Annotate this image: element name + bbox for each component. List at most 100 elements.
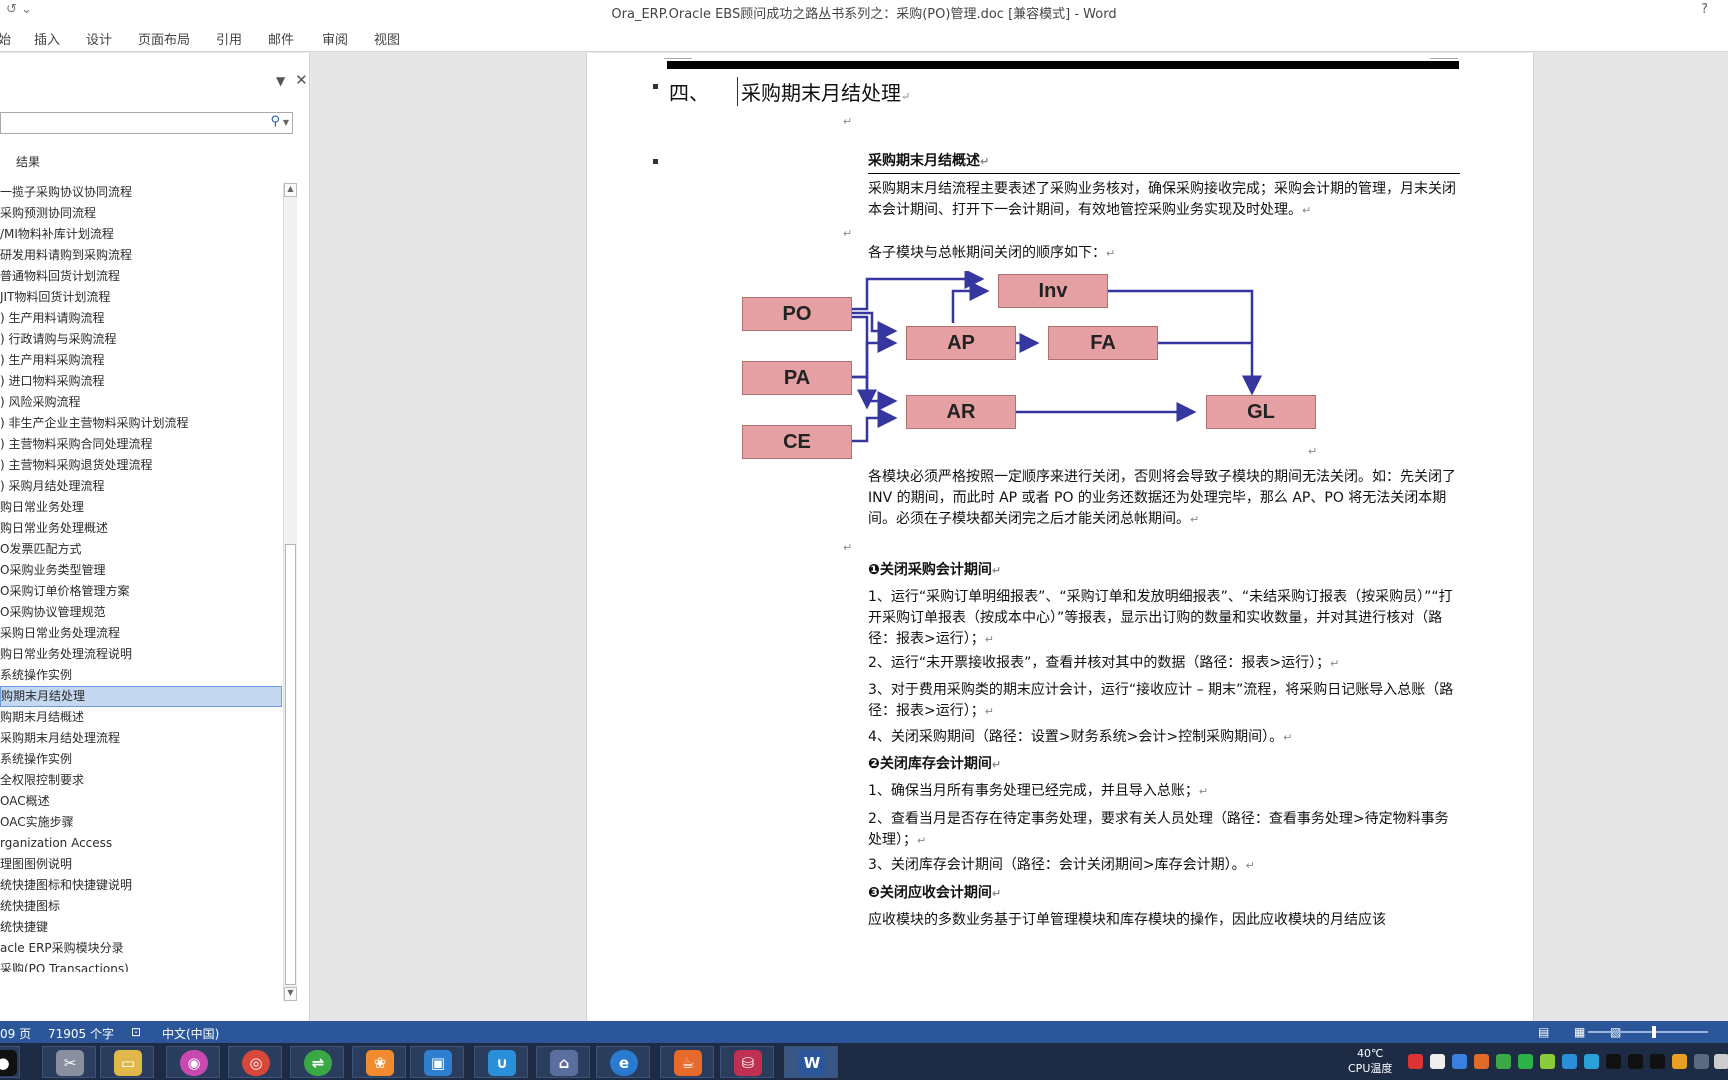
tab-results[interactable]: 结果 [16, 153, 40, 170]
nav-heading-item[interactable]: 全权限控制要求 [0, 770, 282, 791]
java-icon[interactable]: ☕ [660, 1046, 714, 1078]
app-tools-icon[interactable]: ✂ [42, 1046, 96, 1078]
app-window-icon[interactable]: ▣ [410, 1046, 464, 1078]
help-icon[interactable]: ? [1701, 2, 1708, 17]
nav-heading-item[interactable]: 系统操作实例 [0, 665, 282, 686]
nav-heading-item[interactable]: 购日常业务处理流程说明 [0, 644, 282, 665]
app-network-icon[interactable]: ⌂ [536, 1046, 590, 1078]
file-explorer-icon[interactable]: ▭ [100, 1046, 154, 1078]
s1-title: ❶关闭采购会计期间↵ [868, 562, 1002, 578]
nav-heading-item[interactable]: O采购协议管理规范 [0, 602, 282, 623]
nav-heading-item[interactable]: 采购预测协同流程 [0, 203, 282, 224]
tab-view[interactable]: 视图 [374, 29, 400, 48]
read-mode-icon[interactable]: ▤ [1538, 1025, 1549, 1039]
nav-heading-item[interactable]: 购日常业务处理 [0, 497, 282, 518]
scroll-down-icon[interactable]: ▼ [284, 987, 297, 1001]
qq-icon[interactable] [1650, 1054, 1665, 1069]
nav-heading-item[interactable]: 理图图例说明 [0, 854, 282, 875]
nav-heading-item[interactable]: O采购业务类型管理 [0, 560, 282, 581]
qq-icon[interactable] [1606, 1054, 1621, 1069]
nav-heading-item[interactable]: 购日常业务处理概述 [0, 518, 282, 539]
nav-heading-item[interactable]: ) 进口物料采购流程 [0, 371, 282, 392]
tray-icon[interactable] [1584, 1054, 1599, 1069]
nav-scrollbar[interactable]: ▲ ▼ [283, 183, 297, 1001]
tray-icon[interactable] [1430, 1054, 1445, 1069]
nav-heading-item[interactable]: acle ERP采购模块分录 [0, 938, 282, 959]
tray-icon[interactable] [1452, 1054, 1467, 1069]
chevron-down-icon[interactable]: ▼ [276, 74, 285, 88]
nav-heading-item[interactable]: 统快捷图标 [0, 896, 282, 917]
qq-icon[interactable] [1628, 1054, 1643, 1069]
internet-explorer-icon[interactable]: e [596, 1046, 650, 1078]
nav-heading-item[interactable]: 购期末月结概述 [0, 707, 282, 728]
nav-search-input[interactable]: ⚲ ▼ [0, 112, 293, 134]
document-page[interactable]: 四、 采购期末月结处理↵ ↵ 采购期末月结概述↵ 采购期末月结流程主要表述了采购… [586, 53, 1534, 1021]
tab-design[interactable]: 设计 [86, 29, 112, 48]
print-layout-icon[interactable]: ▦ [1574, 1025, 1585, 1039]
nav-heading-item[interactable]: ) 主营物料采购合同处理流程 [0, 434, 282, 455]
nav-heading-item[interactable]: JIT物料回货计划流程 [0, 287, 282, 308]
nav-heading-item[interactable]: ) 风险采购流程 [0, 392, 282, 413]
zoom-slider[interactable] [1588, 1026, 1708, 1038]
heading-title: 采购期末月结处理↵ [737, 77, 910, 106]
app-blue-icon[interactable]: ∪ [474, 1046, 528, 1078]
nav-heading-item[interactable]: 采购期末月结处理流程 [0, 728, 282, 749]
zoom-knob[interactable] [1652, 1026, 1656, 1038]
nav-heading-item[interactable]: ) 采购月结处理流程 [0, 476, 282, 497]
nav-heading-item[interactable]: ) 非生产企业主营物料采购计划流程 [0, 413, 282, 434]
nav-heading-item[interactable]: 系统操作实例 [0, 749, 282, 770]
nav-heading-item[interactable]: ) 生产用料采购流程 [0, 350, 282, 371]
page-count[interactable]: 09 页 [0, 1025, 31, 1042]
nav-heading-item[interactable]: OAC概述 [0, 791, 282, 812]
top-rule [667, 61, 1459, 69]
word-app-icon[interactable]: W [784, 1046, 838, 1078]
margin-mark [1430, 58, 1458, 59]
chevron-down-icon[interactable]: ▼ [283, 118, 289, 127]
nav-heading-item[interactable]: 采购(PO Transactions) [0, 959, 282, 972]
tray-icon[interactable] [1474, 1054, 1489, 1069]
nav-heading-item[interactable]: O发票匹配方式 [0, 539, 282, 560]
nav-heading-item[interactable]: 统快捷图标和快捷键说明 [0, 875, 282, 896]
app-green-icon[interactable]: ⇌ [290, 1046, 344, 1078]
tray-icon[interactable] [1408, 1054, 1423, 1069]
volume-icon[interactable] [1714, 1054, 1728, 1069]
tray-icon[interactable] [1694, 1054, 1709, 1069]
nav-heading-item[interactable]: ) 主营物料采购退货处理流程 [0, 455, 282, 476]
scroll-up-icon[interactable]: ▲ [284, 183, 297, 197]
app-color-icon[interactable]: ◉ [166, 1046, 220, 1078]
tray-icon[interactable] [1540, 1054, 1555, 1069]
word-count[interactable]: 71905 个字 [48, 1025, 114, 1042]
nav-heading-item[interactable]: 普通物料回货计划流程 [0, 266, 282, 287]
tab-insert[interactable]: 插入 [34, 29, 60, 48]
chrome-icon[interactable]: ◎ [228, 1046, 282, 1078]
nav-heading-item[interactable]: ) 生产用料请购流程 [0, 308, 282, 329]
scroll-thumb[interactable] [285, 544, 296, 985]
nav-heading-item[interactable]: 研发用料请购到采购流程 [0, 245, 282, 266]
wechat-icon[interactable] [1496, 1054, 1511, 1069]
tab-references[interactable]: 引用 [216, 29, 242, 48]
nav-heading-item[interactable]: 采购日常业务处理流程 [0, 623, 282, 644]
tab-home[interactable]: 始 [0, 29, 11, 48]
tab-review[interactable]: 审阅 [322, 29, 348, 48]
app-penguin-icon[interactable]: ● [0, 1046, 20, 1078]
tab-page-layout[interactable]: 页面布局 [138, 29, 190, 48]
nav-heading-item[interactable]: O采购订单价格管理方案 [0, 581, 282, 602]
tray-icon[interactable] [1562, 1054, 1577, 1069]
close-icon[interactable]: ✕ [295, 71, 308, 89]
language-indicator[interactable]: 中文(中国) [162, 1025, 219, 1042]
nav-heading-item[interactable]: /MI物料补库计划流程 [0, 224, 282, 245]
tab-mailings[interactable]: 邮件 [268, 29, 294, 48]
tray-icon[interactable] [1672, 1054, 1687, 1069]
nav-heading-item[interactable]: rganization Access [0, 833, 282, 854]
nav-heading-item[interactable]: OAC实施步骤 [0, 812, 282, 833]
nav-heading-item[interactable]: 购期末月结处理 [0, 686, 282, 707]
nav-heading-item[interactable]: ) 行政请购与采购流程 [0, 329, 282, 350]
nav-heading-item[interactable]: 统快捷键 [0, 917, 282, 938]
tray-icon[interactable] [1518, 1054, 1533, 1069]
app-orange-icon[interactable]: ❀ [352, 1046, 406, 1078]
proofing-icon[interactable]: ⊡ [131, 1025, 141, 1039]
search-icon[interactable]: ⚲ [270, 114, 280, 129]
nav-heading-item[interactable]: 一揽子采购协议协同流程 [0, 182, 282, 203]
app-database-icon[interactable]: ⛁ [720, 1046, 774, 1078]
cpu-temperature[interactable]: 40℃ CPU温度 [1348, 1046, 1392, 1076]
